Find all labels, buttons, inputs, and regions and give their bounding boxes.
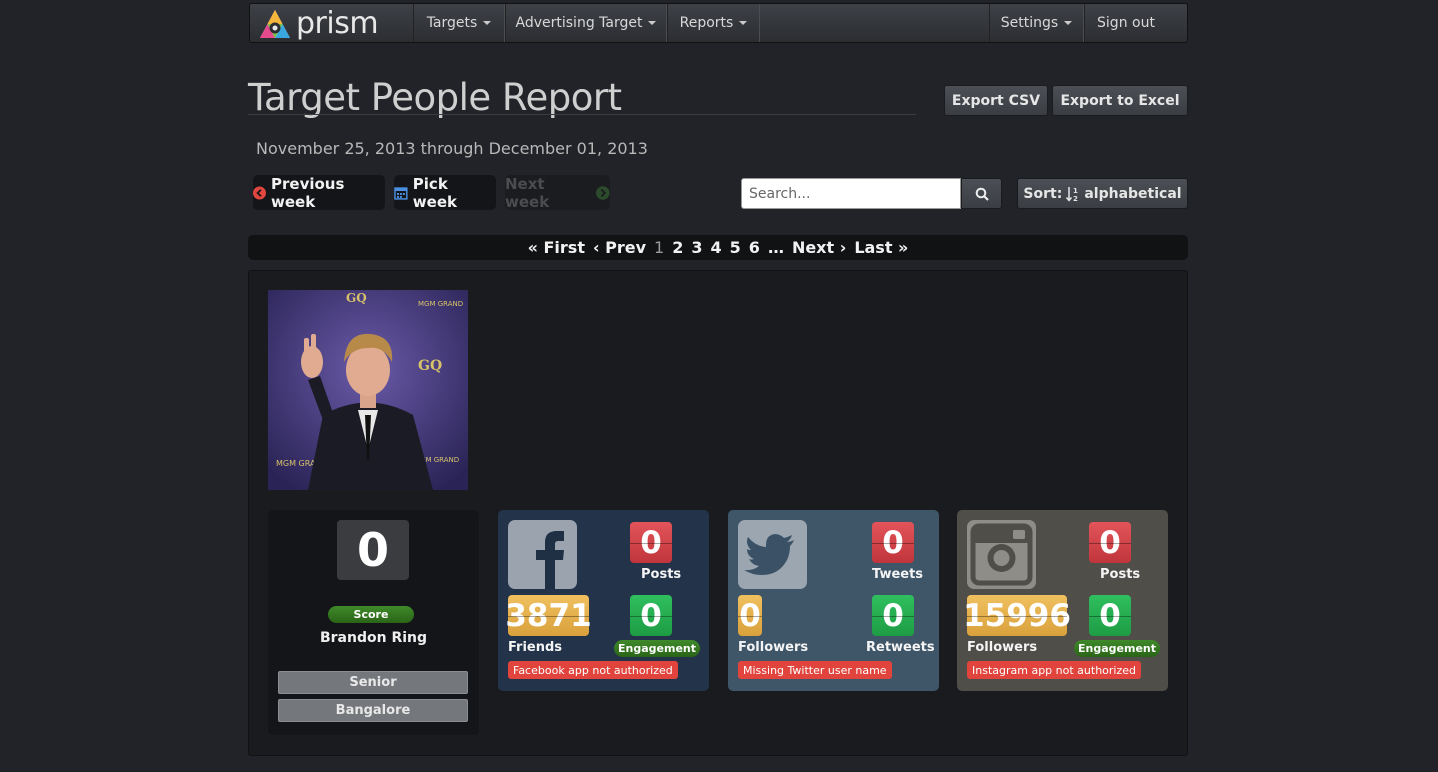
profile-photo[interactable]: GQ GQ MGM GRAND MGM GRAND MGM GRAND (268, 290, 468, 490)
sort-value: alphabetical (1084, 185, 1182, 202)
twitter-bird-icon[interactable] (738, 520, 807, 589)
nav-targets[interactable]: Targets (413, 4, 505, 42)
facebook-engagement-label: Engagement (614, 640, 700, 657)
instagram-followers-count: 15996 (963, 595, 1071, 636)
arrow-circle-left-icon (253, 186, 266, 199)
facebook-warning[interactable]: Facebook app not authorized (508, 661, 678, 679)
calendar-icon (394, 186, 408, 200)
instagram-posts-count: 0 (1089, 522, 1131, 563)
brand-name: prism (296, 6, 379, 41)
top-navbar: prism Targets Advertising Target Reports… (249, 3, 1188, 43)
nav-advertising-target-label: Advertising Target (515, 15, 643, 31)
brand-logo[interactable]: prism (258, 6, 379, 42)
page-first[interactable]: « First (524, 238, 589, 257)
page-3[interactable]: 3 (687, 238, 706, 257)
score-card: 0 Score Brandon Ring Senior Bangalore (268, 510, 479, 735)
twitter-card: 0 Tweets 0 Followers 0 Retweets Missing … (728, 510, 939, 691)
sort-alpha-icon: 1 2 (1066, 186, 1078, 202)
caret-down-icon (739, 21, 748, 25)
instagram-icon[interactable] (967, 520, 1036, 589)
score-value: 0 (337, 520, 409, 580)
facebook-friends-label: Friends (508, 640, 563, 655)
facebook-card: 0 Posts 3871 Friends 0 Engagement Facebo… (498, 510, 709, 691)
twitter-followers-label: Followers (738, 640, 809, 655)
page-1[interactable]: 1 (650, 238, 668, 257)
facebook-friends-count: 3871 (505, 595, 592, 636)
twitter-tweets-count: 0 (872, 522, 914, 563)
nav-sign-out[interactable]: Sign out (1084, 4, 1167, 42)
title-divider (248, 114, 916, 115)
nav-reports[interactable]: Reports (667, 4, 760, 42)
arrow-circle-right-icon (596, 185, 610, 200)
page-6[interactable]: 6 (745, 238, 764, 257)
nav-settings[interactable]: Settings (989, 4, 1084, 42)
next-week-button[interactable]: Next week (505, 174, 610, 211)
facebook-engagement-count: 0 (630, 595, 672, 636)
facebook-posts-count: 0 (630, 522, 672, 563)
date-range: November 25, 2013 through December 01, 2… (256, 139, 648, 158)
nav-settings-label: Settings (1000, 15, 1059, 31)
instagram-engagement-label: Engagement (1074, 640, 1160, 657)
pagination: « First ‹ Prev 1 2 3 4 5 6 … Next › Last… (248, 235, 1188, 260)
caret-down-icon (1064, 21, 1073, 25)
previous-week-button[interactable]: Previous week (253, 174, 385, 211)
pick-week-button[interactable]: Pick week (394, 174, 496, 211)
export-csv-button[interactable]: Export CSV (944, 85, 1048, 116)
twitter-retweets-label: Retweets (866, 640, 935, 655)
instagram-warning[interactable]: Instagram app not authorized (967, 661, 1142, 679)
instagram-engagement-count: 0 (1089, 595, 1131, 636)
page-next[interactable]: Next › (788, 238, 850, 257)
next-week-label: Next week (505, 174, 550, 211)
export-excel-button[interactable]: Export to Excel (1052, 85, 1188, 116)
search-input[interactable] (741, 178, 961, 209)
page-4[interactable]: 4 (707, 238, 726, 257)
search-icon (975, 187, 989, 201)
twitter-followers-count: 0 (738, 595, 762, 636)
facebook-posts-label: Posts (641, 567, 682, 582)
caret-down-icon (483, 21, 492, 25)
pick-week-label: Pick week (412, 174, 457, 211)
svg-text:2: 2 (1073, 195, 1078, 202)
person-name[interactable]: Brandon Ring (268, 630, 479, 646)
instagram-followers-label: Followers (967, 640, 1038, 655)
tag-bangalore: Bangalore (278, 699, 468, 722)
prism-logo-icon (260, 10, 290, 38)
facebook-icon[interactable] (508, 520, 577, 589)
svg-text:GQ: GQ (346, 291, 367, 305)
page-ellipsis: … (767, 238, 784, 257)
twitter-warning[interactable]: Missing Twitter user name (738, 661, 892, 679)
nav-sign-out-label: Sign out (1097, 15, 1155, 31)
sort-label: Sort: (1023, 185, 1063, 202)
sort-button[interactable]: Sort: 1 2 alphabetical (1017, 178, 1188, 209)
page-5[interactable]: 5 (726, 238, 745, 257)
page-title: Target People Report (248, 76, 622, 119)
svg-text:1: 1 (1073, 187, 1078, 195)
svg-text:MGM GRAND: MGM GRAND (418, 300, 463, 308)
instagram-posts-label: Posts (1100, 567, 1141, 582)
page-prev[interactable]: ‹ Prev (589, 238, 650, 257)
search-button[interactable] (961, 178, 1002, 209)
svg-text:GQ: GQ (418, 358, 442, 374)
twitter-tweets-label: Tweets (872, 567, 924, 582)
page-last[interactable]: Last » (850, 238, 912, 257)
score-badge: Score (328, 606, 414, 623)
nav-reports-label: Reports (679, 15, 734, 31)
nav-advertising-target[interactable]: Advertising Target (505, 4, 667, 42)
nav-targets-label: Targets (426, 15, 478, 31)
caret-down-icon (648, 21, 657, 25)
twitter-retweets-count: 0 (872, 595, 914, 636)
tag-senior: Senior (278, 671, 468, 694)
page-2[interactable]: 2 (668, 238, 687, 257)
instagram-card: 0 Posts 15996 Followers 0 Engagement Ins… (957, 510, 1168, 691)
previous-week-label: Previous week (271, 174, 345, 211)
